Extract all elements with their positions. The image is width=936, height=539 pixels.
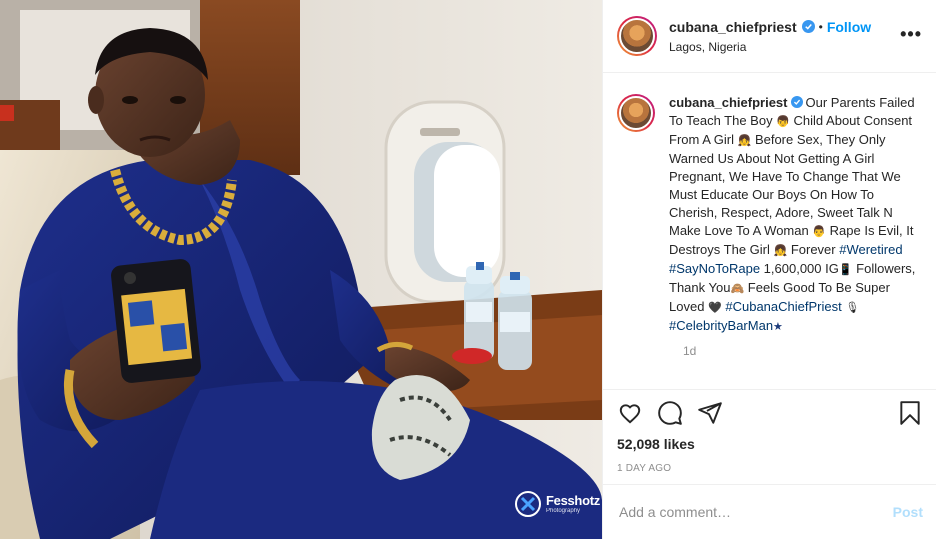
caption-part-6: 1,600,000 IG: [760, 261, 839, 276]
post-header: cubana_chiefpriest • Follow Lagos, Niger…: [603, 0, 936, 73]
man-emoji-icon: 👨: [812, 225, 827, 238]
black-heart-emoji-icon: 🖤: [708, 301, 722, 314]
photo-watermark: Fesshotz Photography: [514, 490, 600, 518]
verified-badge-icon: [801, 20, 815, 33]
bookmark-icon[interactable]: [897, 400, 923, 426]
watermark-subtitle: Photography: [546, 508, 581, 514]
hashtag-saynotorape[interactable]: #SayNoToRape: [669, 261, 760, 276]
watermark-name: Fesshotz: [546, 493, 600, 508]
caption-text: cubana_chiefpriest Our Parents Failed To …: [669, 94, 921, 336]
caption-part-5: Forever: [787, 242, 840, 257]
hashtag-cubanachiefpriest[interactable]: #CubanaChiefPriest: [725, 299, 841, 314]
comment-icon[interactable]: [657, 400, 683, 426]
share-icon[interactable]: [697, 400, 723, 426]
star-emoji-icon: ★: [773, 320, 783, 333]
caption-avatar[interactable]: [617, 94, 655, 132]
caption-username-link[interactable]: cubana_chiefpriest: [669, 95, 788, 110]
hashtag-weretired[interactable]: #Weretired: [839, 242, 902, 257]
boy-emoji-icon: 👦: [776, 115, 790, 128]
avatar[interactable]: [617, 16, 657, 56]
caption-time-ago[interactable]: 1d: [683, 344, 923, 358]
see-no-evil-emoji-icon: 🙈: [730, 282, 745, 295]
hashtag-celebritybarman[interactable]: #CelebrityBarMan: [669, 318, 773, 333]
post-actions: 52,098 likes 1 DAY AGO: [603, 389, 936, 474]
phone-emoji-icon: 📱: [838, 263, 853, 276]
separator-dot: •: [818, 19, 823, 34]
post-date[interactable]: 1 DAY AGO: [617, 463, 923, 474]
girl-emoji-icon: 👧: [773, 244, 788, 257]
more-options-icon[interactable]: •••: [900, 25, 922, 43]
microphone-emoji-icon: 🎙: [845, 301, 860, 314]
username-link[interactable]: cubana_chiefpriest: [669, 19, 797, 35]
photo-illustration: [0, 0, 602, 539]
likes-count[interactable]: 52,098 likes: [617, 436, 923, 452]
post-side-panel: cubana_chiefpriest • Follow Lagos, Niger…: [602, 0, 936, 539]
location-link[interactable]: Lagos, Nigeria: [669, 40, 871, 54]
follow-button[interactable]: Follow: [827, 19, 871, 35]
comment-form: Post: [603, 484, 936, 539]
watermark-logo-icon: [515, 491, 541, 517]
caption-section: cubana_chiefpriest Our Parents Failed To …: [603, 74, 936, 388]
caption-verified-badge-icon: [790, 96, 803, 108]
post-photo[interactable]: Fesshotz Photography: [0, 0, 602, 539]
comment-input[interactable]: [619, 504, 893, 520]
heart-icon[interactable]: [617, 400, 643, 426]
girl-emoji-icon: 👧: [737, 134, 752, 147]
post-comment-button[interactable]: Post: [893, 504, 923, 520]
